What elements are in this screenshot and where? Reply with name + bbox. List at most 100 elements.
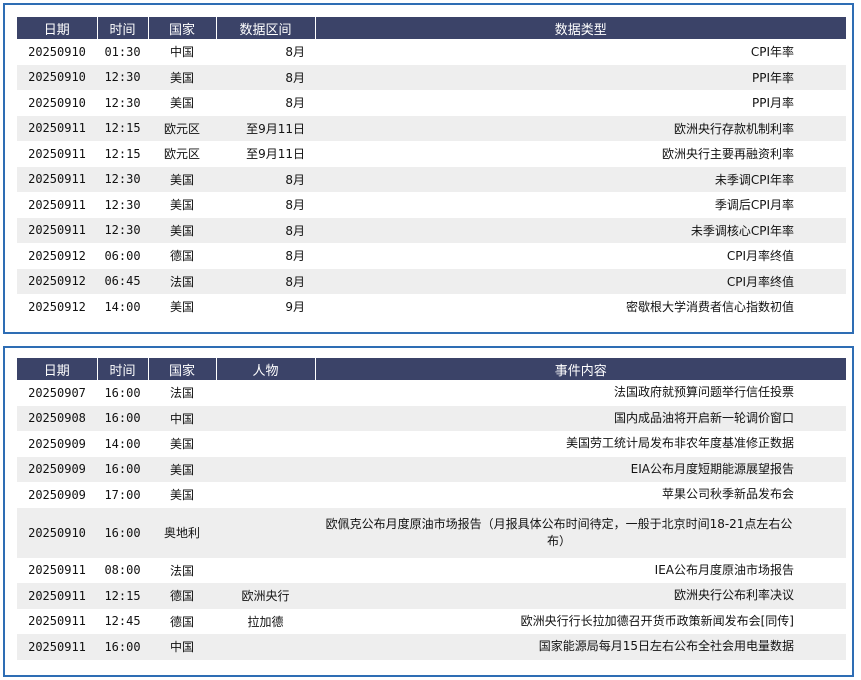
cell-time: 12:30 xyxy=(104,95,141,110)
cell-person xyxy=(216,634,315,660)
cell-date: 20250911 xyxy=(17,634,97,660)
cell-data-type: PPI月率 xyxy=(751,96,794,111)
table-row: 20250908 16:00 中国 国内成品油将开启新一轮调价窗口 xyxy=(17,405,846,431)
table-row: 20250911 12:15 欧元区 至9月11日 欧洲央行存款机制利率 xyxy=(17,115,846,141)
cell-time: 16:00 xyxy=(97,507,148,558)
cell-data-type: PPI年率 xyxy=(315,64,846,90)
economic-data-panel: 日期 时间 国家 数据区间 数据类型 20250910 01:30 中国 8月 CPI年… xyxy=(3,3,854,334)
cell-period: 8月 xyxy=(216,268,315,294)
cell-country: 美国 xyxy=(169,300,194,315)
cell-person: 拉加德 xyxy=(247,614,284,629)
cell-time: 14:00 xyxy=(104,299,141,314)
cell-date: 20250907 xyxy=(28,385,86,400)
cell-country: 美国 xyxy=(169,437,194,452)
table-row: 20250910 01:30 中国 8月 CPI年率 xyxy=(17,39,846,65)
cell-date: 20250908 xyxy=(17,405,97,431)
cell-country: 美国 xyxy=(169,198,194,213)
cell-data-type: CPI月率终值 xyxy=(315,268,846,294)
cell-person xyxy=(216,431,315,457)
cell-period: 9月 xyxy=(285,300,305,315)
header-data-type: 数据类型 xyxy=(315,17,846,39)
cell-date: 20250911 xyxy=(28,614,86,629)
cell-period: 8月 xyxy=(285,198,305,213)
cell-person xyxy=(216,456,315,482)
event-text: 欧佩克公布月度原油市场报告（月报具体公布时间待定，一般于北京时间18-21点左右… xyxy=(325,516,793,548)
table-row: 20250910 12:30 美国 8月 PPI月率 xyxy=(17,90,846,116)
cell-date: 20250910 xyxy=(17,507,97,558)
cell-period: 8月 xyxy=(285,96,305,111)
cell-data-type: 季调后CPI月率 xyxy=(714,198,794,213)
cell-country: 德国 xyxy=(169,614,194,629)
cell-data-type: 欧洲央行主要再融资利率 xyxy=(661,147,794,162)
cell-date: 20250911 xyxy=(17,166,97,192)
event-text: 苹果公司秋季新品发布会 xyxy=(661,487,794,502)
cell-time: 12:45 xyxy=(104,614,141,629)
cell-time: 16:00 xyxy=(104,385,141,400)
cell-period: 至9月11日 xyxy=(246,147,305,162)
cell-period: 至9月11日 xyxy=(216,115,315,141)
cell-event: EIA公布月度短期能源展望报告 xyxy=(315,456,846,482)
table-row: 20250911 08:00 法国 IEA公布月度原油市场报告 xyxy=(17,558,846,584)
cell-person xyxy=(216,507,315,558)
cell-data-type: 未季调核心CPI年率 xyxy=(315,217,846,243)
cell-country: 德国 xyxy=(148,583,216,609)
cell-time: 06:45 xyxy=(97,268,148,294)
cell-event: 苹果公司秋季新品发布会 xyxy=(315,482,846,508)
table-header-row: 日期 时间 国家 人物 事件内容 xyxy=(17,358,846,380)
cell-time: 08:00 xyxy=(104,563,141,578)
cell-period: 8月 xyxy=(216,217,315,243)
cell-time: 16:00 xyxy=(97,634,148,660)
cell-time: 12:30 xyxy=(97,217,148,243)
cell-date: 20250911 xyxy=(17,583,97,609)
cell-time: 01:30 xyxy=(104,44,141,59)
cell-period: 8月 xyxy=(285,249,305,264)
cell-person xyxy=(216,380,315,406)
cell-country: 法国 xyxy=(169,386,194,401)
cell-time: 12:15 xyxy=(97,583,148,609)
cell-country: 美国 xyxy=(148,217,216,243)
cell-time: 16:00 xyxy=(97,456,148,482)
table-row: 20250910 16:00 奥地利 欧佩克公布月度原油市场报告（月报具体公布时间待定… xyxy=(17,507,846,558)
event-text: 欧洲央行公布利率决议 xyxy=(673,588,794,603)
events-panel: 日期 时间 国家 人物 事件内容 20250907 16:00 法国 法国政府就预算问… xyxy=(3,346,854,677)
cell-date: 20250910 xyxy=(28,95,86,110)
cell-event: IEA公布月度原油市场报告 xyxy=(315,558,846,584)
cell-time: 16:00 xyxy=(97,405,148,431)
cell-event: 国内成品油将开启新一轮调价窗口 xyxy=(315,405,846,431)
cell-person xyxy=(216,558,315,584)
cell-time: 14:00 xyxy=(104,436,141,451)
event-text: EIA公布月度短期能源展望报告 xyxy=(630,461,794,476)
cell-event: 国家能源局每月15日左右公布全社会用电量数据 xyxy=(315,634,846,660)
cell-country: 美国 xyxy=(169,488,194,503)
header-person: 人物 xyxy=(216,358,316,380)
cell-country: 法国 xyxy=(169,563,194,578)
cell-date: 20250909 xyxy=(28,436,86,451)
table-row: 20250911 16:00 中国 国家能源局每月15日左右公布全社会用电量数据 xyxy=(17,634,846,660)
cell-country: 中国 xyxy=(148,634,216,660)
cell-date: 20250911 xyxy=(28,197,86,212)
cell-country: 欧元区 xyxy=(163,147,200,162)
cell-event: 欧洲央行行长拉加德召开货币政策新闻发布会[同传] xyxy=(315,609,846,635)
table-row: 20250912 06:45 法国 8月 CPI月率终值 xyxy=(17,268,846,294)
cell-date: 20250910 xyxy=(17,64,97,90)
cell-country: 美国 xyxy=(148,456,216,482)
cell-date: 20250909 xyxy=(17,456,97,482)
table-row: 20250911 12:15 德国 欧洲央行 欧洲央行公布利率决议 xyxy=(17,583,846,609)
header-period: 数据区间 xyxy=(216,17,316,39)
cell-country: 欧元区 xyxy=(148,115,216,141)
table-row: 20250912 14:00 美国 9月 密歇根大学消费者信心指数初值 xyxy=(17,294,846,320)
cell-data-type: 未季调CPI年率 xyxy=(315,166,846,192)
cell-time: 06:00 xyxy=(104,248,141,263)
cell-date: 20250911 xyxy=(17,217,97,243)
header-time: 时间 xyxy=(97,17,149,39)
cell-time: 12:15 xyxy=(97,115,148,141)
cell-date: 20250911 xyxy=(28,146,86,161)
cell-country: 中国 xyxy=(148,405,216,431)
cell-country: 中国 xyxy=(169,45,194,60)
cell-data-type: CPI月率终值 xyxy=(726,249,794,264)
cell-date: 20250910 xyxy=(28,44,86,59)
event-text: 欧洲央行行长拉加德召开货币政策新闻发布会[同传] xyxy=(520,613,794,628)
header-event: 事件内容 xyxy=(315,358,846,380)
header-date: 日期 xyxy=(17,17,98,39)
table-row: 20250911 12:30 美国 8月 未季调核心CPI年率 xyxy=(17,217,846,243)
